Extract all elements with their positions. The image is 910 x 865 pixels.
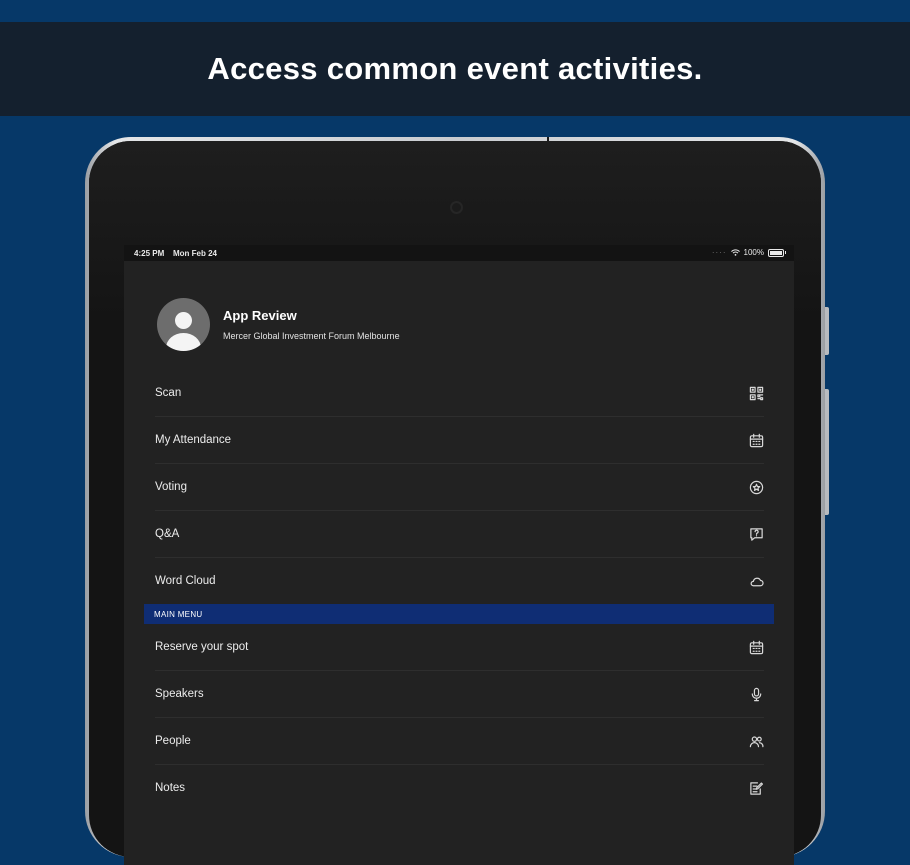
wifi-icon [730,249,740,256]
menu-item-label: My Attendance [155,434,232,446]
menu-item-reserve-your-spot[interactable]: Reserve your spot [155,624,764,671]
menu-item-label: Q&A [155,528,180,540]
user-profile[interactable]: App Review Mercer Global Investment Foru… [157,298,400,351]
status-time: 4:25 PM [134,249,165,258]
battery-percent: 100% [743,248,764,257]
menu-item-scan[interactable]: Scan [155,370,764,417]
calendar-icon [748,639,764,655]
star-circle-icon [748,479,764,495]
profile-name: App Review [223,308,297,323]
menu-item-qa[interactable]: Q&A [155,511,764,558]
notes-icon [748,780,764,796]
menu-item-notes[interactable]: Notes [155,765,764,811]
volume-down-button [825,389,829,515]
app-screen: 4:25 PM Mon Feb 24 ···· 100% App Review … [124,245,794,865]
menu-item-label: Speakers [155,688,204,700]
menu-item-label: People [155,735,191,747]
microphone-icon [748,686,764,702]
menu-item-word-cloud[interactable]: Word Cloud [155,558,764,604]
calendar-icon [748,432,764,448]
signal-dots-icon: ···· [711,248,727,257]
volume-up-button [825,307,829,355]
status-bar: 4:25 PM Mon Feb 24 ···· 100% [124,245,794,261]
menu-item-label: Word Cloud [155,575,216,587]
menu-item-label: Notes [155,782,186,794]
question-bubble-icon [748,526,764,542]
battery-icon [768,248,786,257]
tablet-frame: 4:25 PM Mon Feb 24 ···· 100% App Review … [85,137,829,865]
avatar[interactable] [157,298,210,351]
camera-icon [450,201,463,214]
people-icon [748,733,764,749]
menu-item-label: Reserve your spot [155,641,249,653]
menu-item-speakers[interactable]: Speakers [155,671,764,718]
menu-item-label: Scan [155,387,182,399]
tablet-bezel: 4:25 PM Mon Feb 24 ···· 100% App Review … [89,141,821,865]
menu-item-label: Voting [155,481,187,493]
menu-item-my-attendance[interactable]: My Attendance [155,417,764,464]
banner-title: Access common event activities. [207,51,703,86]
promo-banner: Access common event activities. [0,22,910,116]
qr-code-icon [748,385,764,401]
cloud-icon [748,573,764,589]
status-date: Mon Feb 24 [173,249,218,258]
menu-item-voting[interactable]: Voting [155,464,764,511]
profile-event: Mercer Global Investment Forum Melbourne [223,331,400,341]
section-header-main-menu: MAIN MENU [144,604,774,624]
menu-item-people[interactable]: People [155,718,764,765]
activity-menu: Scan My Attendance Voting Q&A Word Cloud… [144,370,774,811]
